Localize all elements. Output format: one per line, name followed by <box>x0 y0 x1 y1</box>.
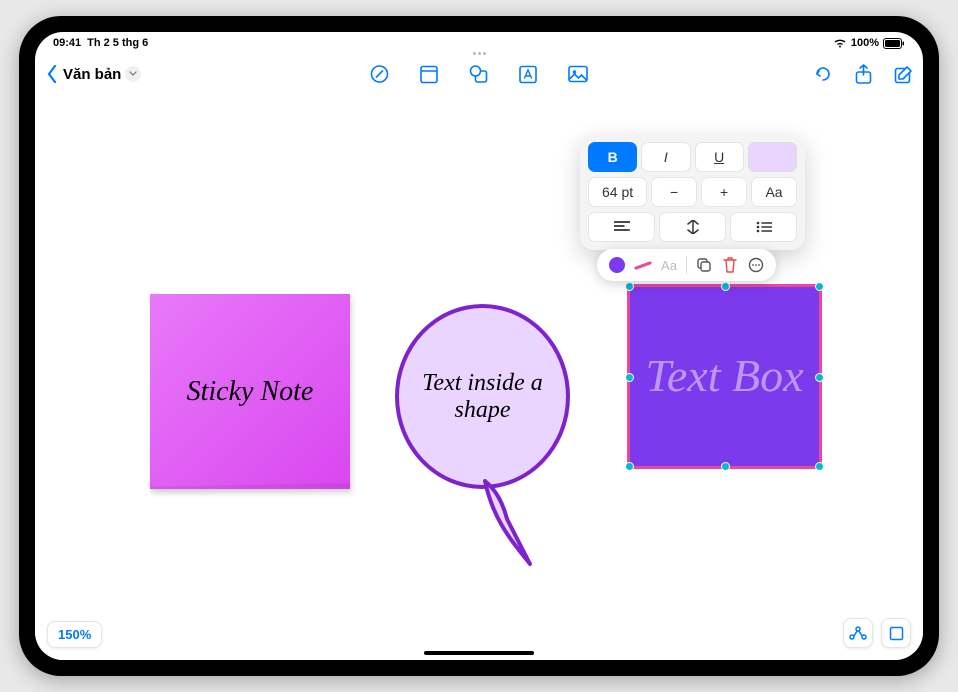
media-tool-icon[interactable] <box>568 65 589 83</box>
list-button[interactable] <box>730 212 797 242</box>
more-button[interactable] <box>744 253 768 277</box>
toolbar-right <box>813 64 913 85</box>
format-popover: B I U 64 pt − + Aa <box>580 134 805 250</box>
back-button[interactable] <box>45 65 59 83</box>
font-size-increase-button[interactable]: + <box>701 177 747 207</box>
divider <box>686 256 687 274</box>
speech-bubble-text: Text inside a shape <box>409 370 556 424</box>
stroke-icon <box>634 261 652 270</box>
sticky-note[interactable]: Sticky Note <box>150 294 350 489</box>
stroke-color-button[interactable] <box>631 253 655 277</box>
toolbar-center <box>370 64 589 84</box>
bottom-right-controls <box>843 618 911 648</box>
underline-button[interactable]: U <box>695 142 744 172</box>
home-indicator[interactable] <box>424 651 534 655</box>
share-icon[interactable] <box>855 64 872 85</box>
connections-button[interactable] <box>843 618 873 648</box>
resize-handle-mr[interactable] <box>815 373 824 382</box>
text-style-button[interactable]: Aa <box>657 253 681 277</box>
chevron-down-icon <box>125 66 141 82</box>
document-title[interactable]: Văn bản <box>63 66 141 83</box>
font-size-display[interactable]: 64 pt <box>588 177 647 207</box>
text-box-text: Text Box <box>646 351 804 402</box>
speech-bubble-shape[interactable]: Text inside a shape <box>395 304 570 489</box>
undo-icon[interactable] <box>813 64 833 84</box>
resize-handle-br[interactable] <box>815 462 824 471</box>
status-bar: 09:41 Th 2 5 thg 6 100% <box>35 32 923 54</box>
compose-icon[interactable] <box>894 65 913 84</box>
bold-button[interactable]: B <box>588 142 637 172</box>
screen: 09:41 Th 2 5 thg 6 100% Văn <box>35 32 923 660</box>
text-color-swatch[interactable] <box>748 142 797 172</box>
status-right: 100% <box>833 37 905 49</box>
sticky-note-tool-icon[interactable] <box>420 65 439 84</box>
text-tool-icon[interactable] <box>519 65 538 84</box>
resize-handle-tm[interactable] <box>721 282 730 291</box>
document-title-text: Văn bản <box>63 66 121 83</box>
delete-button[interactable] <box>718 253 742 277</box>
resize-handle-tr[interactable] <box>815 282 824 291</box>
italic-button[interactable]: I <box>641 142 690 172</box>
ipad-frame: 09:41 Th 2 5 thg 6 100% Văn <box>19 16 939 676</box>
text-case-button[interactable]: Aa <box>751 177 797 207</box>
resize-handle-bm[interactable] <box>721 462 730 471</box>
sticky-note-text: Sticky Note <box>187 376 314 408</box>
battery-icon <box>883 38 905 49</box>
align-left-button[interactable] <box>588 212 655 242</box>
duplicate-button[interactable] <box>692 253 716 277</box>
status-left: 09:41 Th 2 5 thg 6 <box>53 37 148 49</box>
fill-color-icon <box>609 257 625 273</box>
status-date: Th 2 5 thg 6 <box>87 37 148 49</box>
resize-handle-tl[interactable] <box>625 282 634 291</box>
resize-handle-bl[interactable] <box>625 462 634 471</box>
resize-handle-ml[interactable] <box>625 373 634 382</box>
navigator-button[interactable] <box>881 618 911 648</box>
speech-bubble-tail <box>475 479 545 569</box>
app-bar: Văn bản <box>35 54 923 94</box>
shape-tool-icon[interactable] <box>469 64 489 84</box>
wifi-icon <box>833 38 847 48</box>
context-toolbar: Aa <box>597 249 776 281</box>
text-box-selected[interactable]: Text Box <box>627 284 822 469</box>
zoom-button[interactable]: 150% <box>47 621 102 648</box>
font-size-decrease-button[interactable]: − <box>651 177 697 207</box>
status-time: 09:41 <box>53 37 81 49</box>
align-vertical-button[interactable] <box>659 212 726 242</box>
canvas[interactable]: Sticky Note Text inside a shape Text Box <box>35 94 923 660</box>
fill-color-button[interactable] <box>605 253 629 277</box>
battery-percent: 100% <box>851 37 879 49</box>
pen-tool-icon[interactable] <box>370 64 390 84</box>
